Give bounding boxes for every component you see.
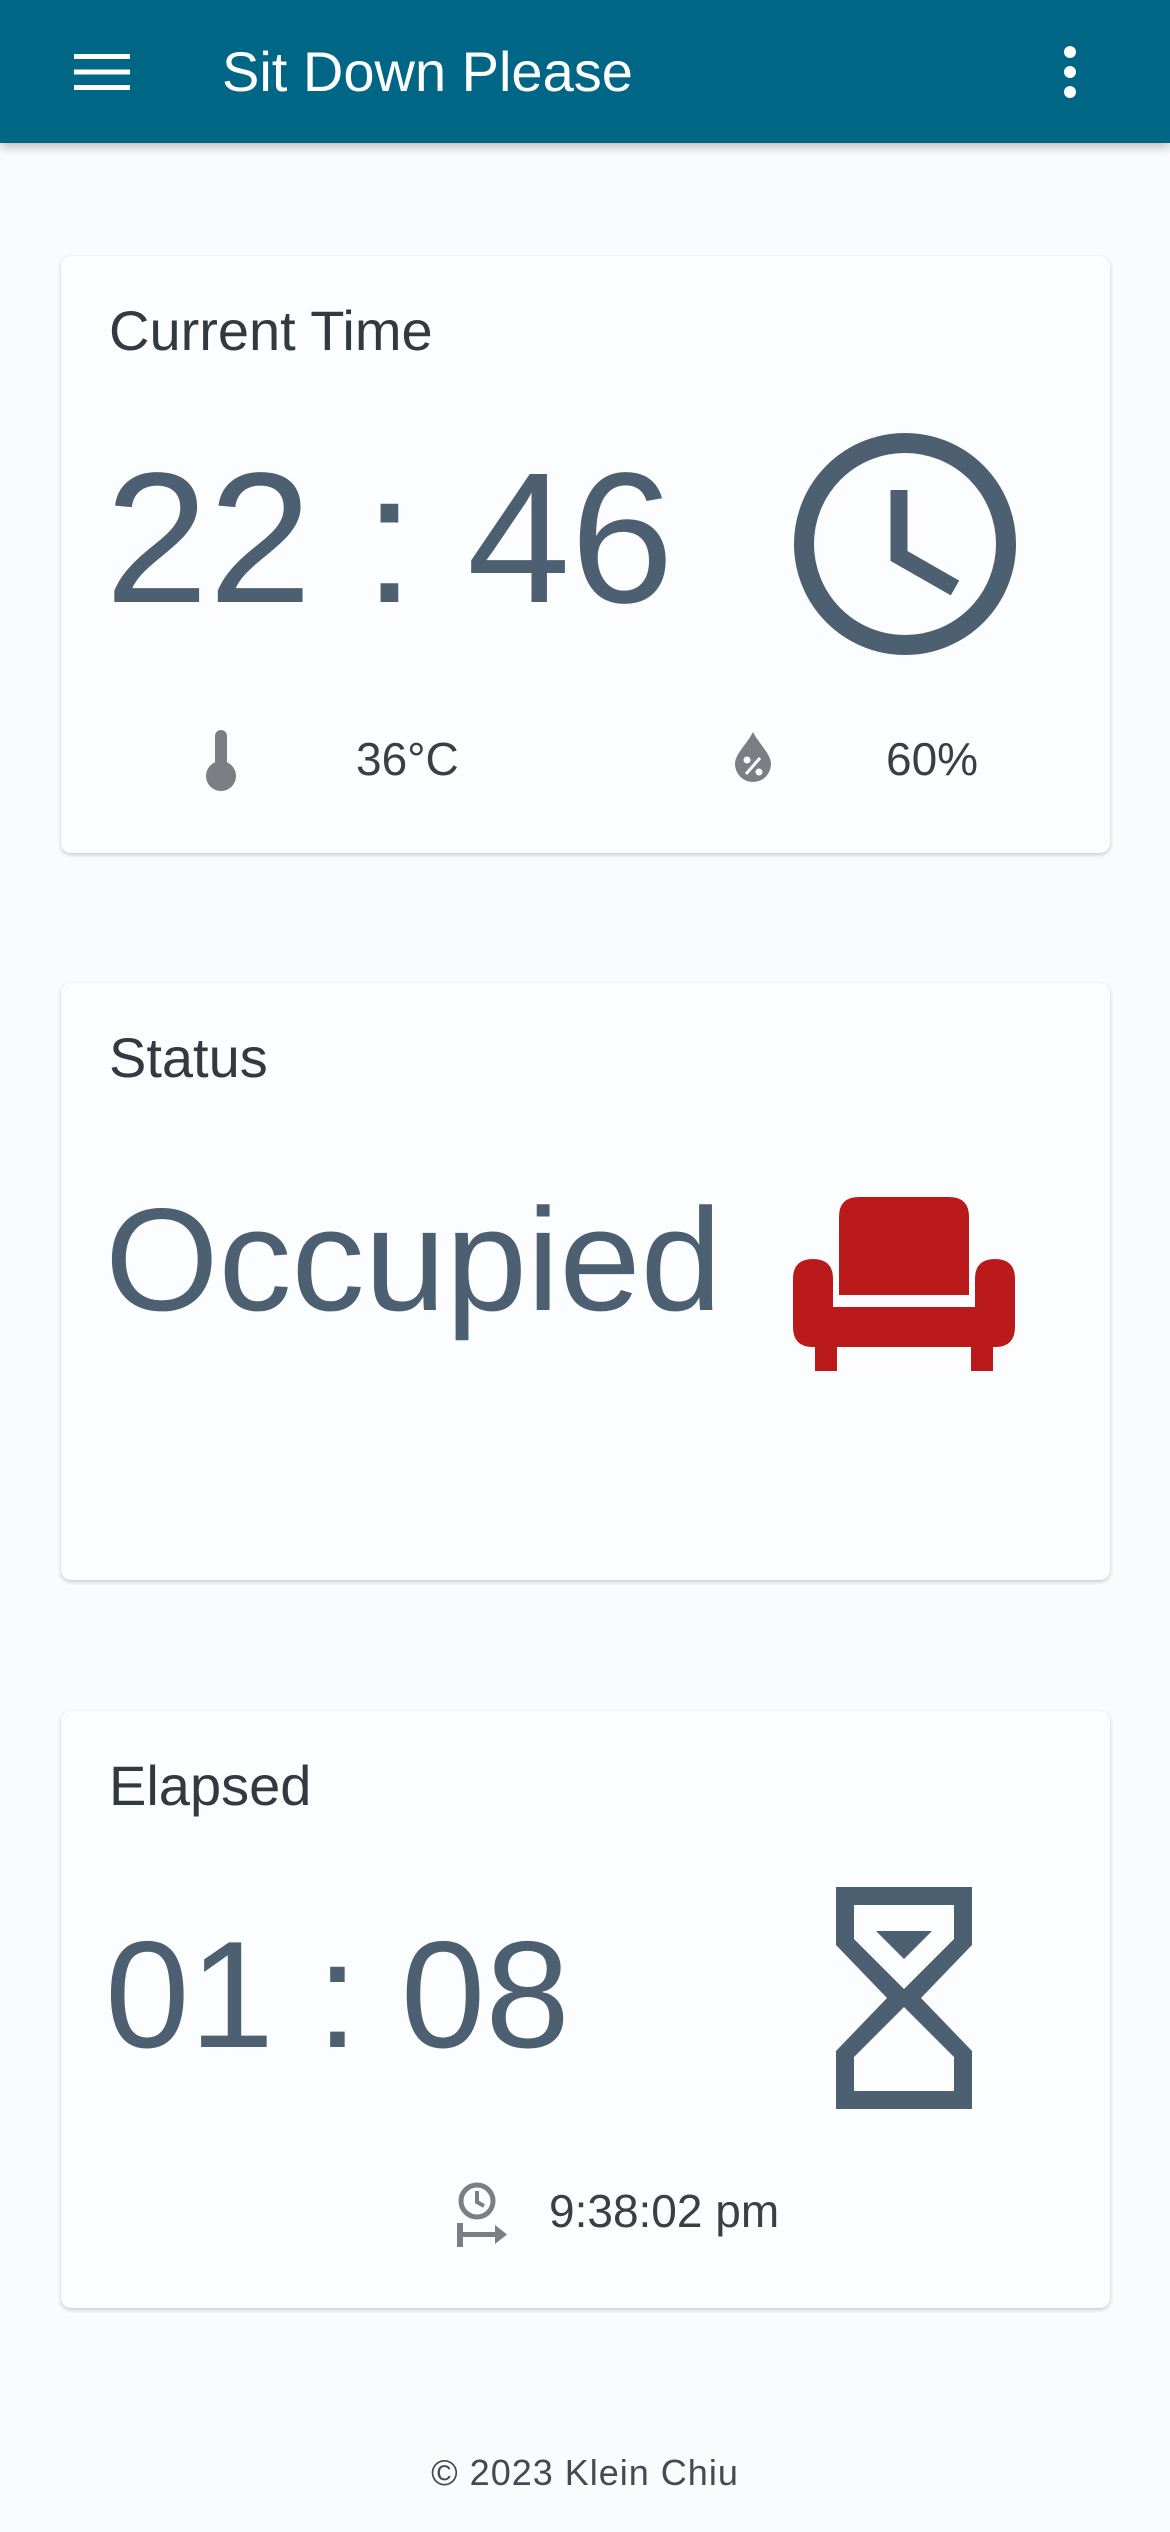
more-options-button[interactable]	[1040, 36, 1100, 108]
card-title: Status	[109, 1026, 268, 1089]
clock-start-icon	[457, 2182, 507, 2247]
sofa-icon	[793, 1197, 1015, 1371]
footer-copyright: © 2023 Klein Chiu	[431, 2452, 739, 2493]
hourglass-icon	[836, 1887, 972, 2109]
humidity-value: 60%	[886, 733, 979, 785]
status-card: Status Occupied	[61, 983, 1110, 1580]
hamburger-menu-icon	[74, 54, 130, 90]
card-title: Current Time	[109, 299, 433, 362]
more-vertical-icon	[1064, 46, 1076, 98]
elapsed-card: Elapsed 01 : 08 9:38:02 pm	[61, 1711, 1110, 2308]
temperature-value: 36°C	[356, 733, 459, 785]
elapsed-value: 01 : 08	[105, 1910, 570, 2080]
current-time-value: 22 : 46	[105, 435, 674, 642]
status-value: Occupied	[105, 1178, 722, 1341]
humidity-drop-icon	[735, 732, 771, 782]
app-bar: Sit Down Please	[0, 0, 1170, 143]
thermometer-icon	[206, 730, 236, 791]
card-title: Elapsed	[109, 1754, 312, 1817]
app-title: Sit Down Please	[222, 40, 633, 103]
menu-button[interactable]	[60, 40, 144, 104]
clock-icon	[794, 433, 1016, 655]
current-time-card: Current Time 22 : 46 36°C 60%	[61, 256, 1110, 853]
start-time-value: 9:38:02 pm	[549, 2185, 780, 2237]
